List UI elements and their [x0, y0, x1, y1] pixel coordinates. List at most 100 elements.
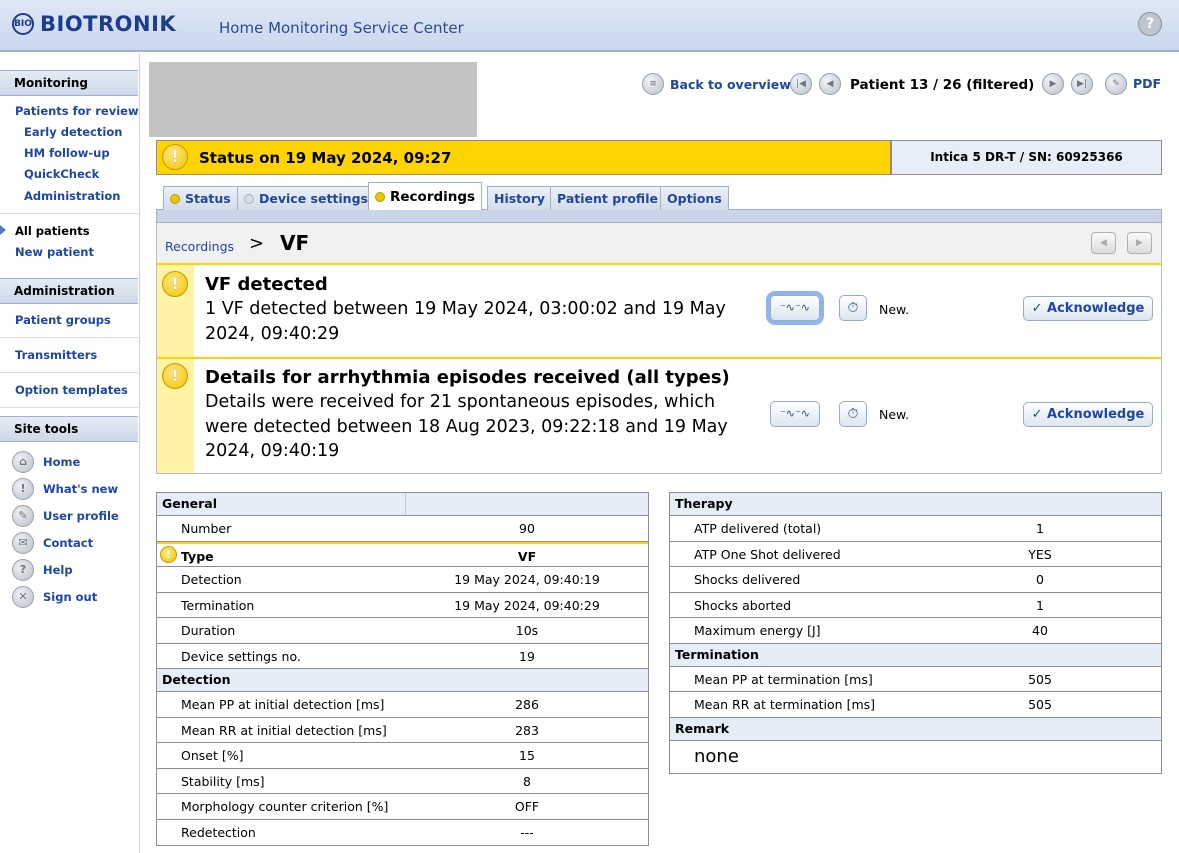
- sidebar-item-new-patient[interactable]: New patient: [15, 245, 94, 259]
- sidebar-item-all-patients[interactable]: All patients: [15, 224, 90, 238]
- tab-status[interactable]: Status: [163, 186, 238, 210]
- site-tool-sign-out[interactable]: ✕ Sign out: [12, 586, 97, 608]
- row-label: Duration: [181, 623, 236, 638]
- sidebar-item-option-templates[interactable]: Option templates: [15, 383, 128, 397]
- previous-patient-icon[interactable]: ◀: [819, 73, 841, 95]
- row-value: ---: [520, 824, 534, 840]
- wrench-icon: ✎: [12, 505, 34, 527]
- ecg-icon[interactable]: ⁻∿⁻∿: [770, 295, 820, 321]
- table-row: Morphology counter criterion [%] OFF: [157, 794, 648, 820]
- mail-icon: ✉: [12, 532, 34, 554]
- site-tool-user-profile[interactable]: ✎ User profile: [12, 505, 119, 527]
- row-value: 286: [515, 697, 539, 712]
- row-value: 1: [1036, 597, 1044, 613]
- row-value: 0: [1036, 572, 1044, 587]
- therapy-table: Therapy ATP delivered (total) 1 ATP One …: [669, 492, 1162, 774]
- clock-icon[interactable]: ⏱: [839, 295, 867, 321]
- row-label: Mean RR at termination [ms]: [694, 697, 876, 712]
- sidebar-item-transmitters[interactable]: Transmitters: [15, 348, 97, 362]
- table-row: Shocks delivered 0: [670, 567, 1161, 593]
- first-patient-icon[interactable]: |◀: [790, 73, 812, 95]
- status-dot-icon: [375, 191, 385, 202]
- signout-icon: ✕: [12, 586, 34, 608]
- row-label: ATP One Shot delivered: [694, 546, 841, 562]
- warning-icon: !: [160, 545, 177, 563]
- clock-icon[interactable]: ⏱: [839, 401, 867, 427]
- site-tool-help[interactable]: ? Help: [12, 559, 73, 581]
- row-value: 283: [515, 722, 539, 738]
- tab-history[interactable]: History: [487, 186, 553, 210]
- section-title: Remark: [675, 720, 730, 736]
- row-label: Maximum energy [J]: [694, 623, 821, 638]
- sidebar: Monitoring Patients for review Early det…: [0, 54, 140, 853]
- tab-options[interactable]: Options: [660, 186, 729, 210]
- message-vf-detected: ! VF detected 1 VF detected between 19 M…: [156, 263, 1162, 359]
- biotronik-logo[interactable]: BIO BIOTRONIK: [12, 12, 176, 36]
- site-tool-label: User profile: [43, 509, 119, 523]
- row-value: OFF: [514, 799, 540, 814]
- sidebar-item-early-detection[interactable]: Early detection: [24, 125, 122, 139]
- device-info: Intica 5 DR-T / SN: 60925366: [891, 140, 1162, 175]
- row-label: Mean RR at initial detection [ms]: [181, 722, 387, 738]
- pdf-link[interactable]: PDF: [1133, 76, 1161, 91]
- active-indicator-icon: [0, 225, 6, 235]
- row-value: 505: [1028, 697, 1052, 712]
- tab-patient-profile[interactable]: Patient profile: [550, 186, 665, 210]
- row-value: 19: [519, 648, 535, 664]
- table-row: Shocks aborted 1: [670, 593, 1161, 618]
- site-tool-whats-new[interactable]: ! What's new: [12, 478, 118, 500]
- sidebar-heading-site-tools: Site tools: [0, 416, 138, 442]
- breadcrumb-recordings-link[interactable]: Recordings: [165, 239, 234, 254]
- row-label: Onset [%]: [181, 748, 244, 763]
- sidebar-heading-administration: Administration: [0, 278, 138, 304]
- status-text: Status on 19 May 2024, 09:27: [199, 149, 452, 167]
- redacted-patient-info: [149, 62, 477, 137]
- table-row: Termination 19 May 2024, 09:40:29: [157, 593, 648, 618]
- app-title: Home Monitoring Service Center: [219, 19, 464, 37]
- tab-device-settings[interactable]: Device settings: [237, 186, 375, 210]
- site-tool-label: Home: [43, 455, 81, 469]
- row-value: 505: [1028, 671, 1052, 687]
- table-row: Onset [%] 15: [157, 743, 648, 769]
- help-icon[interactable]: ?: [1138, 12, 1162, 36]
- sidebar-item-patient-groups[interactable]: Patient groups: [15, 313, 111, 327]
- row-label: Detection: [181, 572, 242, 587]
- row-label: Shocks aborted: [694, 597, 792, 613]
- site-tool-label: Help: [43, 563, 73, 577]
- table-row: Number 90: [157, 516, 648, 542]
- previous-recording-icon[interactable]: ◀: [1091, 232, 1116, 254]
- divider: [0, 372, 138, 373]
- last-patient-icon[interactable]: ▶|: [1071, 73, 1093, 95]
- section-title: General: [162, 496, 217, 511]
- row-label: Mean PP at termination [ms]: [694, 671, 873, 687]
- sidebar-item-hm-followup[interactable]: HM follow-up: [24, 146, 110, 160]
- section-header-termination: Termination: [670, 643, 1161, 667]
- sidebar-item-patients-for-review[interactable]: Patients for review: [15, 104, 139, 118]
- message-arrhythmia-details: ! Details for arrhythmia episodes receiv…: [156, 357, 1162, 474]
- ecg-icon[interactable]: ⁻∿⁻∿: [770, 401, 820, 427]
- pdf-icon[interactable]: ✎: [1105, 73, 1127, 95]
- acknowledge-button[interactable]: ✓ Acknowledge: [1023, 402, 1153, 427]
- row-value: 40: [1032, 623, 1048, 638]
- acknowledge-button[interactable]: ✓ Acknowledge: [1023, 296, 1153, 321]
- table-row: Mean RR at termination [ms] 505: [670, 692, 1161, 718]
- logo-mark-icon: BIO: [12, 13, 34, 35]
- list-icon[interactable]: ≡: [642, 73, 664, 95]
- table-row: Redetection ---: [157, 820, 648, 846]
- warning-icon: !: [162, 144, 188, 170]
- page-title: VF: [280, 231, 310, 255]
- warning-icon: !: [162, 363, 188, 389]
- site-tool-contact[interactable]: ✉ Contact: [12, 532, 93, 554]
- row-value: 15: [519, 748, 535, 763]
- site-tool-home[interactable]: ⌂ Home: [12, 451, 80, 473]
- row-value: 19 May 2024, 09:40:19: [454, 572, 600, 587]
- next-recording-icon[interactable]: ▶: [1127, 232, 1152, 254]
- status-dot-icon: [244, 193, 254, 204]
- sidebar-item-administration-sub[interactable]: Administration: [24, 189, 121, 203]
- sidebar-item-quickcheck[interactable]: QuickCheck: [24, 167, 99, 181]
- back-to-overview-link[interactable]: Back to overview: [670, 77, 791, 92]
- tab-bar: [156, 209, 1162, 223]
- table-row: ATP One Shot delivered YES: [670, 542, 1161, 567]
- tab-recordings[interactable]: Recordings: [368, 182, 483, 210]
- next-patient-icon[interactable]: ▶: [1042, 73, 1064, 95]
